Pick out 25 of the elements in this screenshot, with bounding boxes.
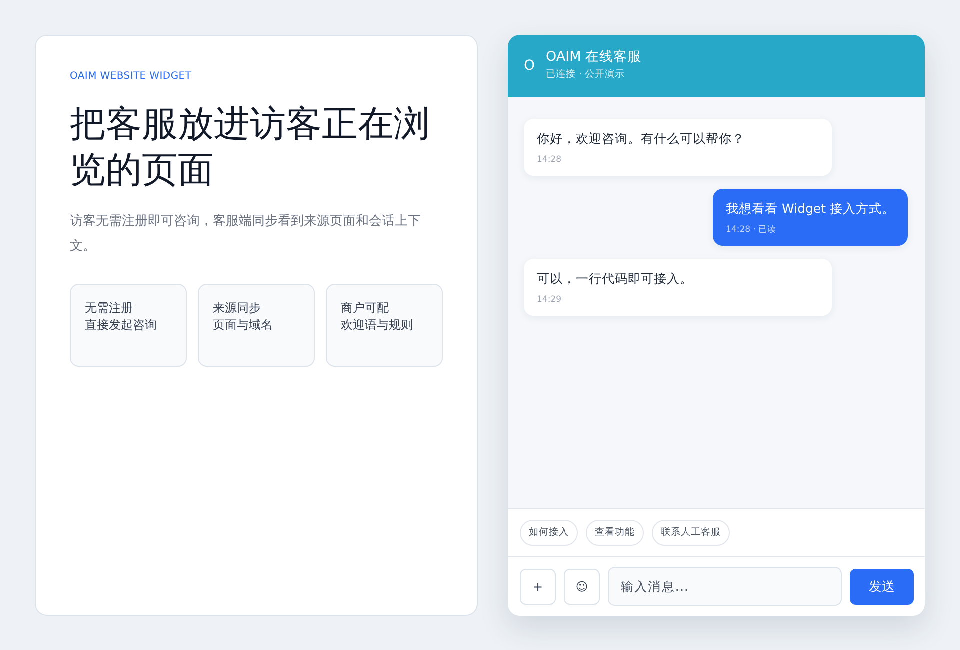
chat-title: OAIM 在线客服 [546, 48, 642, 66]
quick-reply-chip[interactable]: 联系人工客服 [652, 520, 730, 546]
emoji-button[interactable]: ☺ [564, 568, 600, 604]
feature-detail: 欢迎语与规则 [341, 317, 414, 334]
quick-reply-chip[interactable]: 如何接入 [520, 520, 578, 546]
feature-detail: 页面与域名 [213, 317, 274, 334]
message-time: 14:28 [537, 154, 562, 166]
eyebrow-label: OAIM WEBSITE WIDGET [70, 70, 193, 84]
feature-title: 来源同步 [213, 300, 262, 317]
intro-description: 访客无需注册即可咨询，客服端同步看到来源页面和会话上下文。 [70, 213, 422, 256]
page-heading: 把客服放进访客正在浏览的页面 [70, 103, 431, 193]
send-button[interactable]: 发送 [850, 568, 914, 604]
feature-detail: 直接发起咨询 [85, 317, 158, 334]
message-time: 14:28 · 已读 [726, 224, 778, 236]
attach-button[interactable]: + [520, 568, 556, 604]
message-time: 14:29 [537, 294, 562, 306]
logo-letter: O [524, 58, 536, 74]
message-input[interactable]: 输入消息... [608, 567, 842, 606]
message-text: 你好，欢迎咨询。有什么可以帮你？ [537, 130, 746, 148]
feature-title: 商户可配 [341, 300, 390, 317]
quick-reply-chip[interactable]: 查看功能 [586, 520, 644, 546]
message-text: 可以，一行代码即可接入。 [537, 270, 694, 288]
connection-status: 已连接 · 公开演示 [546, 68, 626, 80]
message-text: 我想看看 Widget 接入方式。 [726, 200, 895, 218]
feature-title: 无需注册 [85, 300, 134, 317]
